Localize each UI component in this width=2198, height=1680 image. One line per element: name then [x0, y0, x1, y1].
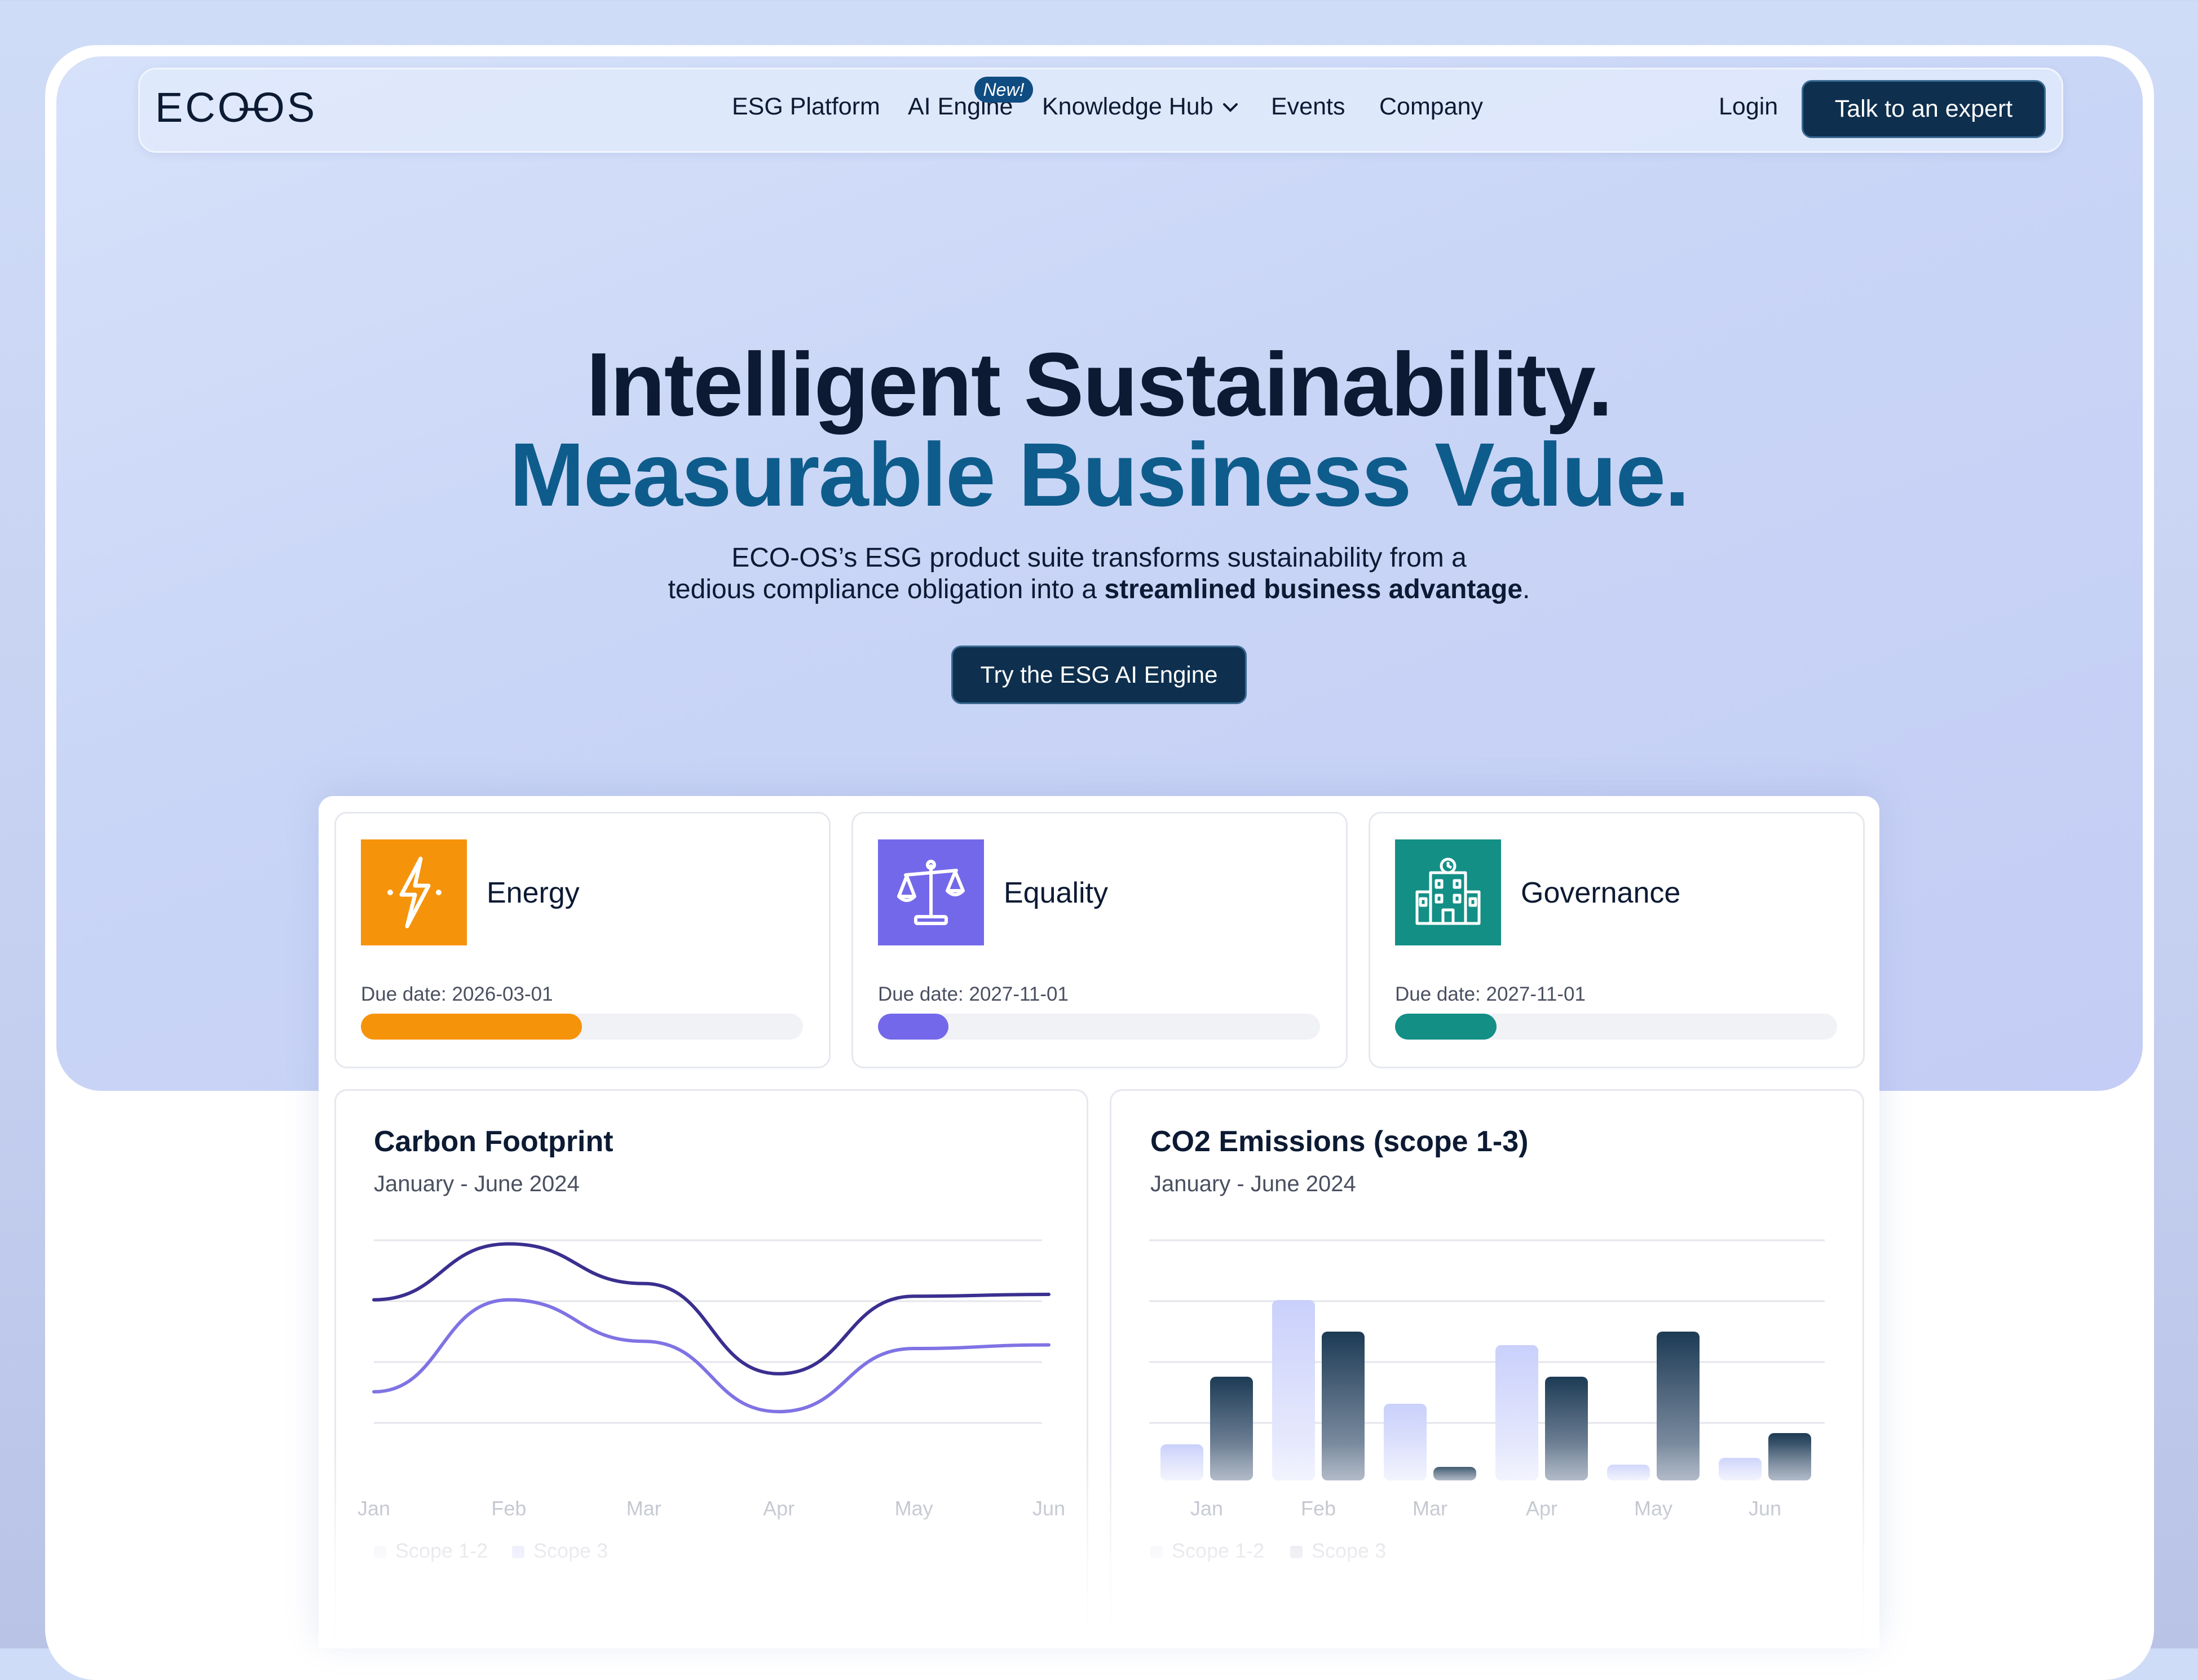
x-tick-label: Feb — [1301, 1497, 1336, 1520]
chevron-down-icon[interactable] — [1222, 103, 1238, 113]
description-text: tedious compliance obligation into a — [668, 574, 1105, 604]
new-badge: New! — [974, 77, 1033, 103]
hero-headline-secondary: Measurable Business Value. — [509, 424, 1689, 525]
energy-tile — [361, 839, 467, 945]
series-line-1 — [372, 1298, 1051, 1414]
description-emphasis: streamlined business advantage — [1104, 574, 1523, 604]
bar-0 — [1384, 1404, 1427, 1480]
bar-1 — [1545, 1377, 1588, 1480]
bar-0 — [1160, 1444, 1203, 1480]
nav-knowledge-hub[interactable]: Knowledge Hub — [1042, 93, 1213, 121]
energy-progress-fill — [361, 1014, 582, 1040]
governance-progress-fill — [1395, 1014, 1497, 1040]
x-tick-label: May — [1634, 1497, 1672, 1520]
bar-1 — [1322, 1332, 1365, 1480]
logo-wordmark: ECOOS — [155, 89, 317, 129]
x-tick-label: Apr — [1526, 1497, 1557, 1520]
x-tick-label: Jan — [357, 1497, 390, 1520]
legend-swatch-0 — [1150, 1546, 1163, 1558]
legend-label-0: Scope 1-2 — [395, 1539, 488, 1562]
login-link[interactable]: Login — [1719, 93, 1778, 121]
governance-tile — [1395, 839, 1501, 945]
nav-company[interactable]: Company — [1379, 93, 1483, 121]
carbon-footprint-chart: Jan Feb Mar Apr May Jun Scope 1-2 Scope 3 — [357, 1239, 1065, 1562]
bar-1 — [1210, 1377, 1253, 1480]
hero-description-line-2: tedious compliance obligation into a str… — [0, 574, 2198, 605]
nav-esg-platform[interactable]: ESG Platform — [732, 93, 880, 121]
energy-progress-bar — [361, 1014, 803, 1040]
equality-progress-fill — [878, 1014, 949, 1040]
carbon-footprint-title: Carbon Footprint — [374, 1125, 614, 1158]
co2-emissions-title: CO2 Emissions (scope 1-3) — [1150, 1125, 1529, 1158]
bar-0 — [1495, 1345, 1538, 1480]
talk-to-expert-button[interactable]: Talk to an expert — [1802, 80, 2046, 138]
x-tick-label: Jun — [1032, 1497, 1065, 1520]
legend-swatch-0 — [374, 1546, 386, 1558]
bar-1 — [1433, 1467, 1476, 1480]
x-tick-label: Mar — [626, 1497, 661, 1520]
governance-title: Governance — [1521, 877, 1681, 909]
scales-icon — [897, 860, 965, 925]
carbon-footprint-subtitle: January - June 2024 — [374, 1171, 580, 1196]
co2-emissions-chart: Jan Feb Mar Apr May Jun Scope 1-2 Scope 3 — [1149, 1239, 1825, 1562]
nav-events[interactable]: Events — [1271, 93, 1345, 121]
x-tick-label: Jan — [1190, 1497, 1223, 1520]
hero-description-line-1: ECO-OS’s ESG product suite transforms su… — [731, 543, 1467, 573]
ecoos-logo[interactable]: ECOOS — [155, 85, 341, 132]
bar-0 — [1719, 1458, 1762, 1480]
energy-due-date: Due date: 2026-03-01 — [361, 983, 553, 1005]
x-tick-label: Feb — [491, 1497, 526, 1520]
equality-title: Equality — [1004, 877, 1108, 909]
bar-0 — [1607, 1465, 1650, 1480]
equality-progress-bar — [878, 1014, 1320, 1040]
lightning-icon — [387, 856, 442, 929]
legend-label-1: Scope 3 — [1312, 1539, 1386, 1562]
equality-tile — [878, 839, 984, 945]
equality-due-date: Due date: 2027-11-01 — [878, 983, 1069, 1005]
bar-0 — [1272, 1300, 1315, 1480]
governance-progress-bar — [1395, 1014, 1837, 1040]
legend-swatch-1 — [512, 1546, 524, 1558]
bar-1 — [1768, 1433, 1811, 1480]
x-tick-label: May — [895, 1497, 933, 1520]
building-icon — [1415, 857, 1481, 925]
x-tick-label: Jun — [1749, 1497, 1781, 1520]
bar-1 — [1657, 1332, 1700, 1480]
legend-swatch-1 — [1290, 1546, 1303, 1558]
logo-text: ECOOS — [155, 89, 317, 129]
energy-title: Energy — [487, 877, 580, 909]
co2-emissions-subtitle: January - June 2024 — [1150, 1171, 1356, 1196]
legend-label-0: Scope 1-2 — [1172, 1539, 1264, 1562]
legend-label-1: Scope 3 — [533, 1539, 608, 1562]
try-ai-engine-button[interactable]: Try the ESG AI Engine — [951, 646, 1247, 704]
x-tick-label: Mar — [1413, 1497, 1447, 1520]
governance-due-date: Due date: 2027-11-01 — [1395, 983, 1586, 1005]
hero-headline-primary: Intelligent Sustainability. — [586, 334, 1613, 435]
description-period: . — [1522, 574, 1530, 604]
x-tick-label: Apr — [763, 1497, 795, 1520]
